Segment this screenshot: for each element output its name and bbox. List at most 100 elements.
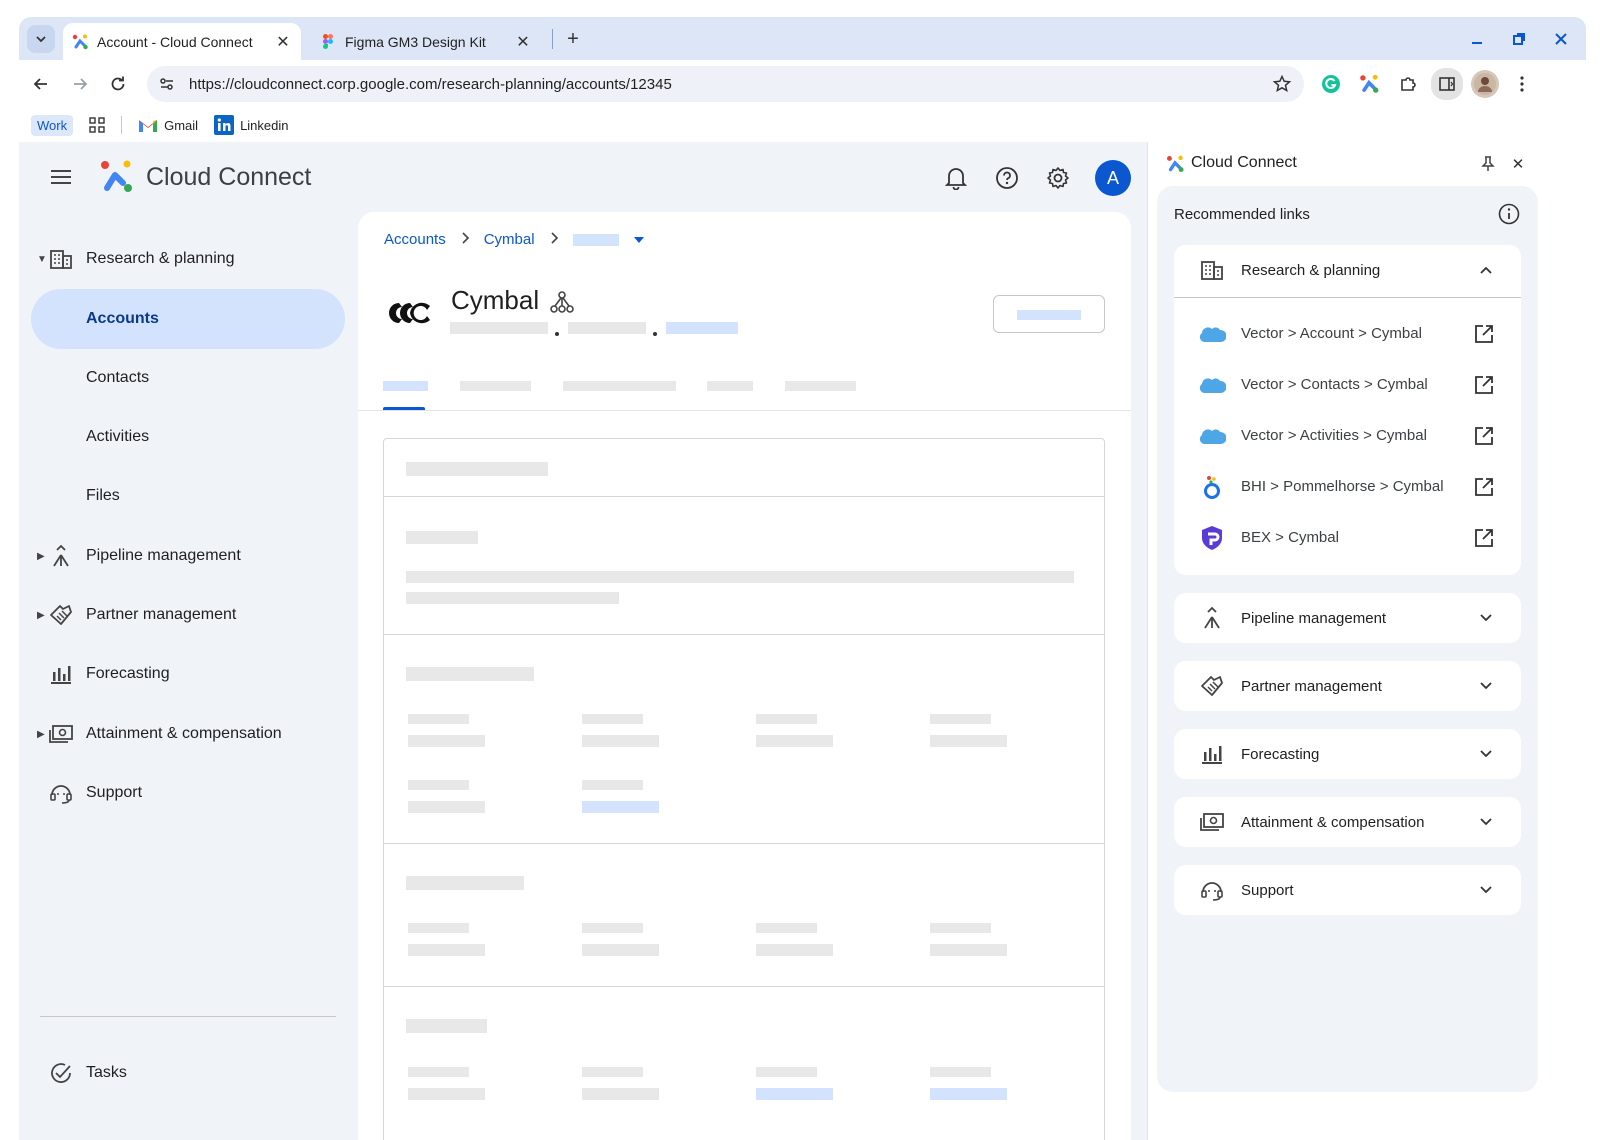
breadcrumb-dropdown-icon[interactable] bbox=[633, 231, 645, 248]
section-label: Attainment & compensation bbox=[1241, 813, 1425, 831]
nav-sub-accounts[interactable]: Accounts bbox=[31, 289, 345, 349]
link-row[interactable]: Vector > Contacts > Cymbal bbox=[1174, 359, 1521, 410]
section-header[interactable]: Support bbox=[1174, 865, 1521, 915]
nav-label: Files bbox=[86, 487, 120, 504]
close-panel-icon[interactable]: ✕ bbox=[1508, 154, 1528, 174]
skeleton-link bbox=[666, 322, 738, 334]
cloud-connect-favicon-icon bbox=[72, 34, 88, 49]
nav-sub-contacts[interactable]: Contacts bbox=[31, 348, 345, 408]
nav-attainment-compensation[interactable]: ▶ Attainment & compensation bbox=[19, 704, 349, 764]
link-row[interactable]: BEX > Cymbal bbox=[1174, 512, 1521, 563]
open-in-new-icon[interactable] bbox=[1472, 373, 1496, 397]
breadcrumb-cymbal[interactable]: Cymbal bbox=[484, 231, 535, 248]
info-icon[interactable] bbox=[1497, 202, 1521, 226]
user-avatar[interactable]: A bbox=[1095, 160, 1131, 196]
new-tab-button[interactable]: + bbox=[560, 26, 586, 52]
tab-cloud-connect[interactable]: Account - Cloud Connect ✕ bbox=[63, 23, 301, 60]
chevron-down-icon[interactable] bbox=[1474, 674, 1498, 698]
section-header[interactable]: Pipeline management bbox=[1174, 593, 1521, 643]
apps-grid-button[interactable] bbox=[89, 117, 105, 133]
nav-pipeline-management[interactable]: ▶ Pipeline management bbox=[19, 526, 349, 586]
bookmark-gmail[interactable]: Gmail bbox=[138, 117, 198, 133]
link-row[interactable]: Vector > Activities > Cymbal bbox=[1174, 410, 1521, 461]
close-tab-icon[interactable]: ✕ bbox=[511, 30, 535, 54]
bookmark-linkedin-label: Linkedin bbox=[240, 117, 289, 133]
forward-icon[interactable] bbox=[66, 70, 94, 98]
side-panel-toggle-icon[interactable] bbox=[1431, 68, 1463, 100]
bookmark-linkedin[interactable]: Linkedin bbox=[214, 115, 289, 135]
tab-figma[interactable]: Figma GM3 Design Kit ✕ bbox=[309, 23, 541, 60]
link-row[interactable]: BHI > Pommelhorse > Cymbal bbox=[1174, 461, 1521, 512]
address-bar[interactable]: https://cloudconnect.corp.google.com/res… bbox=[147, 66, 1304, 102]
nav-support[interactable]: Support bbox=[19, 763, 349, 823]
close-tab-icon[interactable]: ✕ bbox=[271, 30, 295, 54]
help-icon[interactable] bbox=[992, 163, 1022, 193]
breadcrumb-placeholder bbox=[572, 233, 619, 246]
site-info-icon[interactable] bbox=[149, 66, 185, 102]
profile-avatar-icon[interactable] bbox=[1471, 70, 1499, 98]
link-row[interactable]: Vector > Account > Cymbal bbox=[1174, 308, 1521, 359]
nav-research-planning[interactable]: ▼ Research & planning bbox=[19, 229, 349, 289]
chevron-down-icon[interactable] bbox=[1474, 742, 1498, 766]
tab-separator bbox=[552, 29, 553, 49]
section-header[interactable]: Research & planning bbox=[1174, 245, 1521, 295]
nav-sub-files[interactable]: Files bbox=[31, 466, 345, 526]
chevron-right-icon bbox=[460, 231, 470, 248]
chevron-up-icon[interactable] bbox=[1474, 258, 1498, 282]
restore-icon[interactable] bbox=[1504, 25, 1534, 53]
section-forecasting[interactable]: Forecasting bbox=[1174, 729, 1521, 779]
close-window-icon[interactable] bbox=[1546, 25, 1576, 53]
section-header[interactable]: Partner management bbox=[1174, 661, 1521, 711]
section-partner-management[interactable]: Partner management bbox=[1174, 661, 1521, 711]
window-controls bbox=[1462, 25, 1576, 53]
back-icon[interactable] bbox=[27, 70, 55, 98]
cymbal-logo-icon bbox=[389, 302, 430, 324]
breadcrumb-accounts[interactable]: Accounts bbox=[384, 231, 446, 248]
cloud-connect-extension-icon[interactable] bbox=[1355, 70, 1383, 98]
bookmark-work[interactable]: Work bbox=[31, 114, 74, 136]
chevron-down-icon[interactable] bbox=[1474, 810, 1498, 834]
skeleton-bar bbox=[582, 1088, 659, 1100]
minimize-icon[interactable] bbox=[1462, 25, 1492, 53]
bookmark-star-icon[interactable] bbox=[1264, 66, 1300, 102]
chevron-down-icon[interactable] bbox=[1474, 606, 1498, 630]
hierarchy-icon[interactable] bbox=[550, 290, 574, 314]
section-header[interactable]: Attainment & compensation bbox=[1174, 797, 1521, 847]
section-header[interactable]: Forecasting bbox=[1174, 729, 1521, 779]
tab-skeleton[interactable] bbox=[563, 381, 676, 391]
reload-icon[interactable] bbox=[104, 70, 132, 98]
pin-icon[interactable] bbox=[1478, 154, 1498, 174]
tab-search-button[interactable] bbox=[27, 25, 55, 53]
skeleton-bar bbox=[756, 1067, 817, 1077]
skeleton-bar bbox=[582, 923, 643, 933]
skeleton-bar bbox=[408, 714, 469, 724]
bar-chart-icon bbox=[49, 662, 73, 686]
nav-sub-activities[interactable]: Activities bbox=[31, 407, 345, 467]
notifications-bell-icon[interactable] bbox=[941, 163, 971, 193]
tab-skeleton[interactable] bbox=[785, 381, 856, 391]
tab-skeleton[interactable] bbox=[707, 381, 753, 391]
section-research-planning: Research & planning Vector > Account > C… bbox=[1174, 245, 1521, 575]
account-action-button[interactable] bbox=[993, 295, 1105, 333]
grammarly-icon[interactable] bbox=[1317, 70, 1345, 98]
section-pipeline-management[interactable]: Pipeline management bbox=[1174, 593, 1521, 643]
chevron-down-icon[interactable] bbox=[1474, 878, 1498, 902]
tab-skeleton[interactable] bbox=[460, 381, 531, 391]
section-attainment-compensation[interactable]: Attainment & compensation bbox=[1174, 797, 1521, 847]
open-in-new-icon[interactable] bbox=[1472, 424, 1496, 448]
extensions-puzzle-icon[interactable] bbox=[1394, 70, 1422, 98]
section-label: Support bbox=[1241, 881, 1294, 899]
nav-forecasting[interactable]: Forecasting bbox=[19, 644, 349, 704]
nav-tasks[interactable]: Tasks bbox=[19, 1043, 349, 1103]
tab-skeleton-active[interactable] bbox=[383, 381, 428, 391]
hamburger-menu-icon[interactable] bbox=[47, 163, 75, 191]
tab-strip: Account - Cloud Connect ✕ Figma GM3 Desi… bbox=[19, 17, 1586, 60]
section-support[interactable]: Support bbox=[1174, 865, 1521, 915]
open-in-new-icon[interactable] bbox=[1472, 526, 1496, 550]
open-in-new-icon[interactable] bbox=[1472, 475, 1496, 499]
open-in-new-icon[interactable] bbox=[1472, 322, 1496, 346]
browser-menu-icon[interactable] bbox=[1508, 70, 1536, 98]
settings-gear-icon[interactable] bbox=[1043, 163, 1073, 193]
skeleton-bar bbox=[406, 1019, 487, 1033]
nav-partner-management[interactable]: ▶ Partner management bbox=[19, 585, 349, 645]
